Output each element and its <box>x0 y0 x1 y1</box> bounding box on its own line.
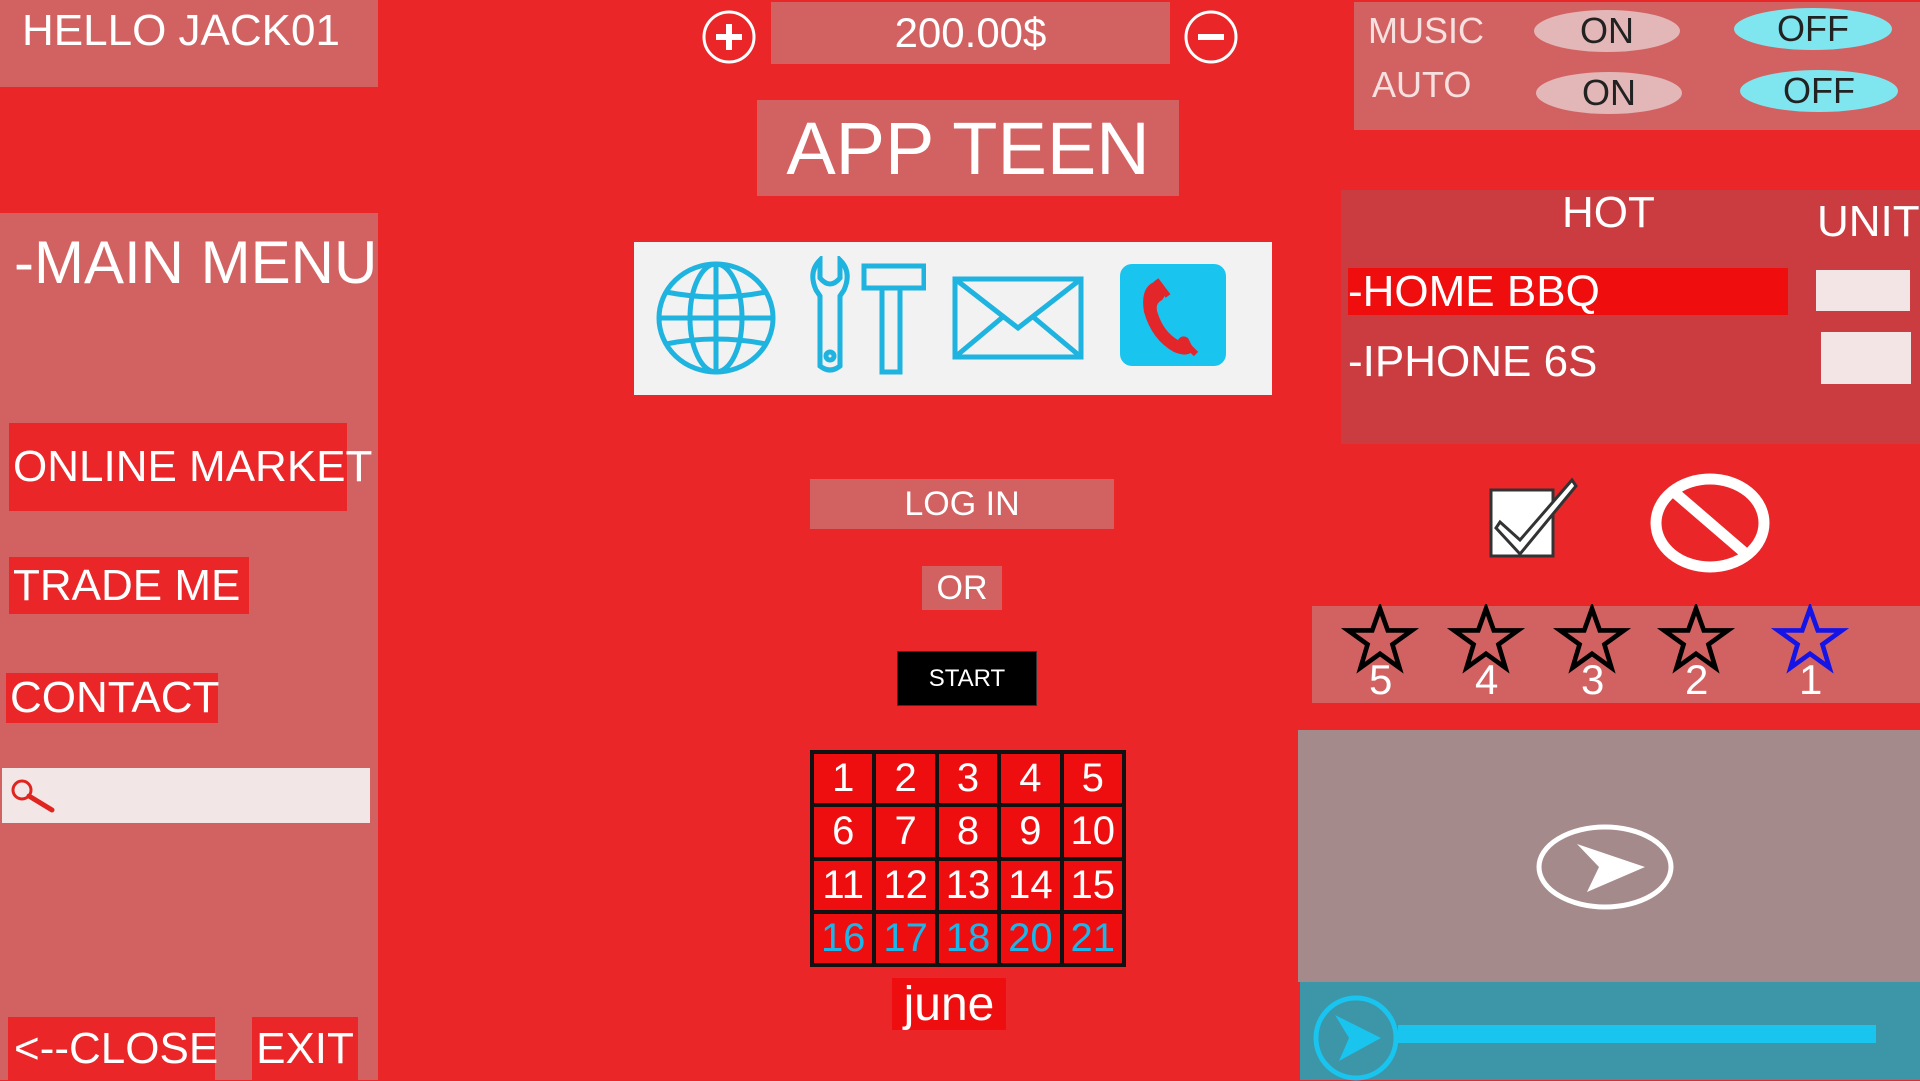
calendar-day[interactable]: 9 <box>1001 807 1060 857</box>
menu-item-trade-me[interactable]: TRADE ME <box>9 557 249 614</box>
or-label: OR <box>922 566 1002 610</box>
calendar-day[interactable]: 7 <box>876 807 935 857</box>
app-title: APP TEEN <box>757 100 1179 196</box>
calendar-day[interactable]: 1 <box>814 754 873 804</box>
play-icon[interactable] <box>1535 822 1675 912</box>
music-label: MUSIC <box>1368 10 1484 51</box>
star-number-label: 5 <box>1369 656 1393 703</box>
calendar-day[interactable]: 2 <box>876 754 935 804</box>
calendar-month-label: june <box>892 978 1006 1031</box>
star-number-label: 3 <box>1581 656 1605 703</box>
calendar-day[interactable]: 4 <box>1001 754 1060 804</box>
calendar-day[interactable]: 21 <box>1063 913 1122 963</box>
progress-track[interactable] <box>1398 1025 1876 1043</box>
calendar-day[interactable]: 15 <box>1063 860 1122 910</box>
login-button[interactable]: LOG IN <box>810 479 1114 529</box>
globe-icon[interactable] <box>654 260 778 376</box>
auto-off-toggle[interactable]: OFF <box>1740 70 1898 112</box>
auto-label: AUTO <box>1372 64 1472 105</box>
search-icon <box>11 779 55 813</box>
calendar-grid: 1 2 3 4 5 6 7 8 9 10 11 12 13 14 15 16 17 18 20 21 <box>810 750 1126 967</box>
close-button[interactable]: <--CLOSE <box>8 1017 218 1080</box>
calendar-day[interactable]: 5 <box>1063 754 1122 804</box>
calendar-day[interactable]: 8 <box>938 807 998 857</box>
unit-input-home-bbq[interactable] <box>1816 270 1910 311</box>
menu-item-contact[interactable]: CONTACT <box>6 673 219 723</box>
icon-toolbar <box>634 242 1272 395</box>
calendar-day[interactable]: 3 <box>938 754 998 804</box>
mail-icon[interactable] <box>952 276 1084 360</box>
main-menu-panel <box>0 213 378 1080</box>
star-number-label: 4 <box>1475 656 1499 703</box>
tools-icon[interactable] <box>806 256 926 376</box>
calendar-day[interactable]: 16 <box>814 913 873 963</box>
calendar-day[interactable]: 17 <box>876 913 935 963</box>
star-number-label: 2 <box>1685 656 1709 703</box>
star-number-label: 1 <box>1799 656 1823 703</box>
calendar-day[interactable]: 6 <box>814 807 873 857</box>
calendar-day[interactable]: 20 <box>1001 913 1060 963</box>
balance-display: 200.00$ <box>771 2 1170 64</box>
calendar-day[interactable]: 18 <box>938 913 998 963</box>
player-play-icon[interactable] <box>1313 995 1399 1081</box>
menu-item-online-market[interactable]: ONLINE MARKET <box>9 423 372 511</box>
settings-panel: MUSIC AUTO ON OFF ON OFF <box>1354 2 1920 130</box>
hot-item-home-bbq[interactable]: -HOME BBQ <box>1348 267 1788 316</box>
auto-on-toggle[interactable]: ON <box>1536 72 1682 114</box>
unit-header: UNIT <box>1817 197 1920 246</box>
search-input[interactable] <box>2 768 370 823</box>
start-button[interactable]: START <box>897 651 1037 706</box>
hot-item-iphone-6s[interactable]: -IPHONE 6S <box>1348 337 1597 387</box>
minus-icon[interactable] <box>1183 9 1239 65</box>
greeting-label: HELLO JACK01 <box>0 0 378 87</box>
hot-header: HOT <box>1562 188 1655 237</box>
music-on-toggle[interactable]: ON <box>1534 10 1680 52</box>
main-menu-title: -MAIN MENU <box>14 229 378 296</box>
unit-input-iphone-6s[interactable] <box>1821 332 1911 384</box>
calendar-day[interactable]: 10 <box>1063 807 1122 857</box>
checkbox-check-icon[interactable] <box>1488 474 1580 560</box>
ban-icon[interactable] <box>1648 472 1772 574</box>
calendar-day[interactable]: 14 <box>1001 860 1060 910</box>
plus-icon[interactable] <box>701 9 757 65</box>
calendar-day[interactable]: 11 <box>814 860 873 910</box>
calendar-day[interactable]: 12 <box>876 860 935 910</box>
phone-icon[interactable] <box>1118 262 1228 368</box>
exit-button[interactable]: EXIT <box>252 1017 358 1080</box>
calendar-day[interactable]: 13 <box>938 860 998 910</box>
music-off-toggle[interactable]: OFF <box>1734 8 1892 50</box>
